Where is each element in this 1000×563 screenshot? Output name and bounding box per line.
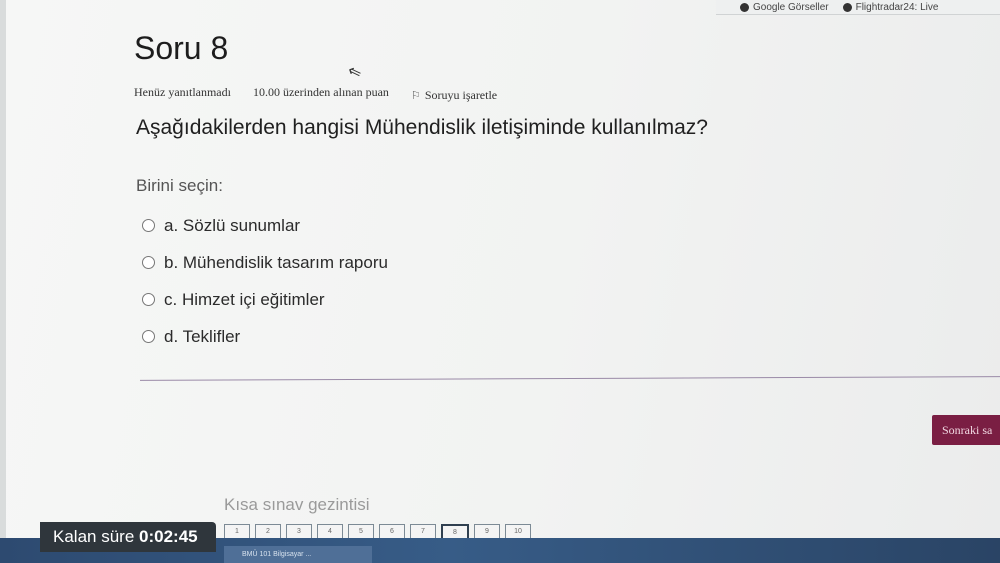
radio-button[interactable] <box>142 219 155 232</box>
next-page-button[interactable]: Sonraki sa <box>932 415 1000 445</box>
option-label[interactable]: d. Teklifler <box>164 327 240 347</box>
flightradar-icon <box>842 2 852 12</box>
answer-options: a. Sözlü sunumlar b. Mühendislik tasarım… <box>142 207 388 355</box>
radio-button[interactable] <box>142 293 155 306</box>
bookmark-google[interactable]: Google Görseller <box>740 2 829 13</box>
flag-label: Soruyu işaretle <box>424 88 498 102</box>
answer-option-b[interactable]: b. Mühendislik tasarım raporu <box>142 244 388 281</box>
radio-button[interactable] <box>142 256 155 269</box>
bookmarks-bar: Google Görseller Flightradar24: Live <box>716 0 1000 15</box>
quiz-navigation-title: Kısa sınav gezintisi <box>224 495 370 514</box>
answer-option-a[interactable]: a. Sözlü sunumlar <box>142 207 388 244</box>
timer-value: 0:02:45 <box>139 527 198 546</box>
bookmark-label: Google Görseller <box>753 1 829 13</box>
question-meta: Henüz yanıtlanmadı 10.00 üzerinden alına… <box>134 82 497 103</box>
option-label[interactable]: a. Sözlü sunumlar <box>164 216 300 236</box>
timer-label: Kalan süre <box>53 527 135 546</box>
google-icon <box>740 2 749 12</box>
bookmark-label: Flightradar24: Live <box>855 1 939 13</box>
question-title: Soru 8 <box>134 30 229 66</box>
flag-icon: ⚐ <box>410 90 421 102</box>
remaining-time-box: Kalan süre 0:02:45 <box>40 522 216 552</box>
option-label[interactable]: b. Mühendislik tasarım raporu <box>164 253 388 273</box>
answer-option-d[interactable]: d. Teklifler <box>142 318 388 355</box>
answer-option-c[interactable]: c. Himzet içi eğitimler <box>142 281 388 318</box>
answer-prompt: Birini seçin: <box>136 176 223 195</box>
radio-button[interactable] <box>142 330 155 343</box>
flag-question-link[interactable]: ⚐ Soruyu işaretle <box>411 88 497 103</box>
question-text: Aşağıdakilerden hangisi Mühendislik ilet… <box>136 116 708 139</box>
taskbar-window-button[interactable]: BMÜ 101 Bilgisayar ... <box>224 546 372 563</box>
option-label[interactable]: c. Himzet içi eğitimler <box>164 290 325 310</box>
answer-status: Henüz yanıtlanmadı <box>134 85 231 99</box>
bookmark-flightradar[interactable]: Flightradar24: Live <box>842 1 939 13</box>
question-points: 10.00 üzerinden alınan puan <box>252 85 389 99</box>
